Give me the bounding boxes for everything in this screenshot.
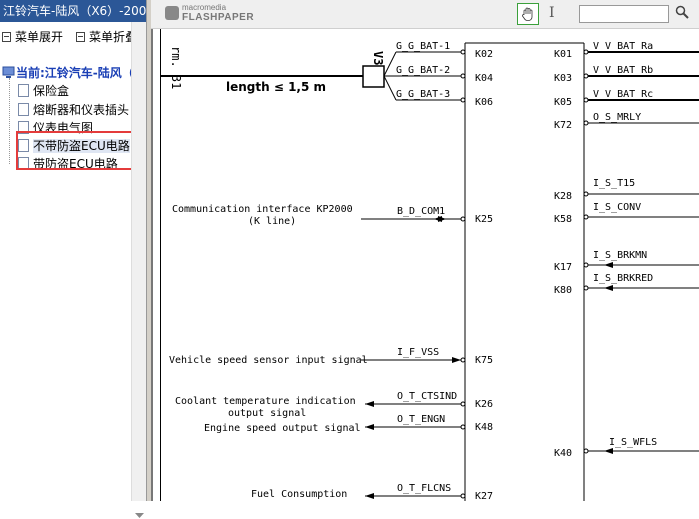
hand-tool-button[interactable] <box>517 3 539 25</box>
schematic-page[interactable]: rm. 31 V3 length ≤ 1,5 m G_G_BAT-1 G_G_B… <box>151 29 699 501</box>
signal-description: Communication interface KP2000 <box>172 204 353 215</box>
wiring-schematic: rm. 31 V3 length ≤ 1,5 m G_G_BAT-1 G_G_B… <box>160 41 699 501</box>
left-navigation-panel: 江铃汽车-陆风（X6）-2008 菜单展开 菜单折叠 当前:江铃汽车-陆风（X6… <box>0 0 163 518</box>
scroll-down-icon <box>135 513 144 518</box>
wire-signal: B_D_COM1 <box>397 206 445 217</box>
panel-title: 江铃汽车-陆风（X6）-2008 <box>0 0 146 22</box>
pin-label: K01 <box>554 49 572 60</box>
pin-label: K04 <box>475 73 493 84</box>
hand-icon <box>522 7 533 21</box>
pin-label: K26 <box>475 399 493 410</box>
connector-label: V3 <box>371 51 385 65</box>
wire-signal: I_F_VSS <box>397 347 439 358</box>
expand-icon <box>2 32 11 42</box>
logo-product: FLASHPAPER <box>182 12 255 23</box>
collapse-icon <box>76 32 85 42</box>
pin-label: K25 <box>475 214 493 225</box>
selection-highlight-box <box>16 131 139 170</box>
magnifier-icon <box>675 5 689 19</box>
search-input[interactable] <box>579 5 669 23</box>
wire-signal: I_S_T15 <box>593 178 635 189</box>
wire-signal: G_G_BAT-1 <box>396 41 450 52</box>
pin-label: K72 <box>554 120 572 131</box>
wire-signal: O_T_FLCNS <box>397 483 451 494</box>
signal-description: Engine speed output signal <box>204 423 361 434</box>
pin-label: K05 <box>554 97 572 108</box>
signal-description: Coolant temperature indication <box>175 396 356 407</box>
flashpaper-logo-icon <box>165 6 179 20</box>
collapse-label: 菜单折叠 <box>89 30 138 44</box>
pin-label: K80 <box>554 285 572 296</box>
pin-label: K06 <box>475 97 493 108</box>
document-icon <box>18 84 29 97</box>
document-icon <box>18 103 29 116</box>
wire-signal: O_S_MRLY <box>593 112 641 123</box>
tree-connector <box>9 78 11 164</box>
wire-signal: I_S_WFLS <box>609 437 657 448</box>
wire-signal: V_V_BAT_Rc <box>593 89 653 100</box>
wire-signal: O_T_CTSIND <box>397 391 457 402</box>
tree-item-label: 保险盒 <box>33 84 70 98</box>
wire-signal: G_G_BAT-3 <box>396 89 450 100</box>
pin-label: K75 <box>475 355 493 366</box>
logo-brand: macromedia <box>182 3 227 12</box>
pin-label: K02 <box>475 49 493 60</box>
signal-description: Fuel Consumption <box>251 489 347 500</box>
wire-signal: V_V_BAT_Rb <box>593 65 653 76</box>
wire-signal: G_G_BAT-2 <box>396 65 450 76</box>
wire-signal: I_S_CONV <box>593 202 641 213</box>
pin-label: K28 <box>554 191 572 202</box>
viewer-toolbar: macromedia FLASHPAPER I <box>151 0 699 29</box>
signal-description: (K line) <box>248 216 296 227</box>
pin-label: K17 <box>554 262 572 273</box>
pin-label: K27 <box>475 491 493 501</box>
tree-item-label: 熔断器和仪表插头 <box>33 103 130 117</box>
collapse-menu-button[interactable]: 菜单折叠 <box>76 28 137 45</box>
pin-label: K58 <box>554 214 572 225</box>
length-note: length ≤ 1,5 m <box>226 80 326 94</box>
expand-label: 菜单展开 <box>15 30 64 44</box>
pin-label: K48 <box>475 422 493 433</box>
expand-menu-button[interactable]: 菜单展开 <box>2 28 63 45</box>
wire-signal: O_T_ENGN <box>397 414 445 425</box>
wire-signal: I_S_BRKRED <box>593 273 653 284</box>
left-scrollbar[interactable] <box>131 22 147 518</box>
pin-label: K03 <box>554 73 572 84</box>
text-select-button[interactable]: I <box>549 5 555 21</box>
wire-signal: V_V_BAT_Ra <box>593 41 653 52</box>
wire-signal: I_S_BRKMN <box>593 250 647 261</box>
rotated-label: rm. 31 <box>169 46 183 89</box>
document-viewer: macromedia FLASHPAPER I rm. 31 V3 length… <box>151 0 699 501</box>
signal-description: Vehicle speed sensor input signal <box>169 355 368 366</box>
search-button[interactable] <box>672 5 692 23</box>
pin-label: K40 <box>554 448 572 459</box>
tree-item-fuse-box[interactable]: 保险盒 <box>18 82 69 99</box>
tree-item-fuses-and-connectors[interactable]: 熔断器和仪表插头 <box>18 101 129 118</box>
signal-description: output signal <box>228 408 306 419</box>
